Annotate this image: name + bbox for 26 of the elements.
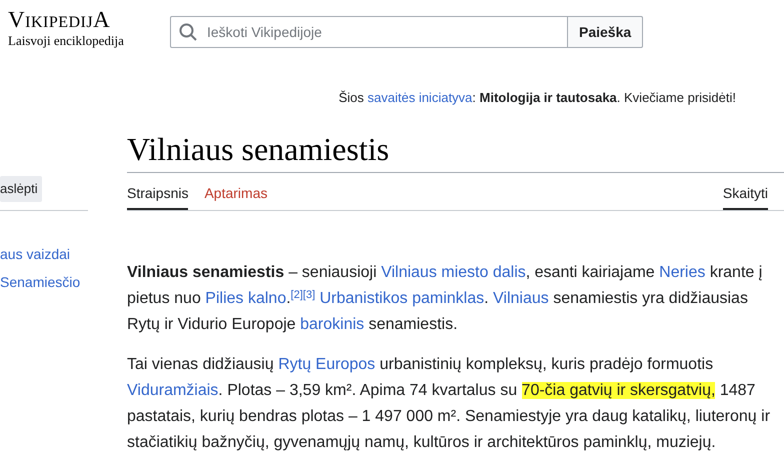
sidebar-link[interactable]: Senamiesčio [0, 268, 80, 296]
page-title: Vilniaus senamiestis [127, 130, 784, 174]
link[interactable]: barokinis [300, 316, 364, 334]
notice-text: Šios savaitės iniciatyva: Mitologija ir tautosaka. Kviečiame prisidėti! [338, 89, 736, 107]
paragraph: Tai vienas didžiausių Rytų Europos urbanistinių kompleksų, kuris pradėjo formuotis Viduramžiais. Plotas – 3,59 km². Apima 74 kvartalus su 70-čia gatvių ir skersgatvių, 1487 pastatais, kurių bendras plotas – 1 497 000 m². Senamiestyje yra daug katalikų, liuteronų ir stačiatikių bažnyčių, gyvenamųjų namų, kultūros ir architektūros paminklų, muziejų. [127, 355, 772, 454]
reference-link[interactable]: [3] [302, 288, 316, 301]
search-button[interactable]: Paieška [568, 16, 644, 48]
paragraph: Vilniaus senamiestis – seniausioji Vilniaus miesto dalis, esanti kairiajame Neries krante į pietus nuo Pilies kalno.$^{[2]}$$^{[3]}$ Urbanistikos paminklas. Vilniaus senamiestis yra didžiausias Rytų ir Vidurio Europoje barokinis senamiestis. [127, 263, 764, 336]
tab[interactable]: Straipsnis [127, 173, 188, 210]
link[interactable]: Vilniaus miesto dalis [381, 264, 526, 282]
tagline: Laisvoji enciklopedija [8, 32, 125, 50]
reference-link[interactable]: [2] [290, 288, 303, 301]
link[interactable]: Pilies kalno [205, 290, 286, 308]
search-field[interactable]: Ieškoti Vikipedijoje [170, 16, 568, 48]
sidebar-link[interactable]: aus vaizdai [0, 240, 70, 268]
tab[interactable]: Aptarimas [204, 173, 268, 210]
tab[interactable]: Skaityti [722, 173, 768, 210]
search-icon [179, 23, 197, 41]
link[interactable]: savaitės iniciatyva [368, 90, 472, 105]
wordmark[interactable]: VikipedijA [8, 8, 170, 31]
hide-button[interactable]: aslėpti [0, 176, 42, 202]
link[interactable]: Urbanistikos paminklas [320, 290, 484, 308]
link[interactable]: Neries [659, 264, 706, 282]
link[interactable]: Viduramžiais [127, 382, 218, 400]
link[interactable]: Vilniaus [493, 290, 549, 308]
link[interactable]: Rytų Europos [278, 356, 376, 374]
